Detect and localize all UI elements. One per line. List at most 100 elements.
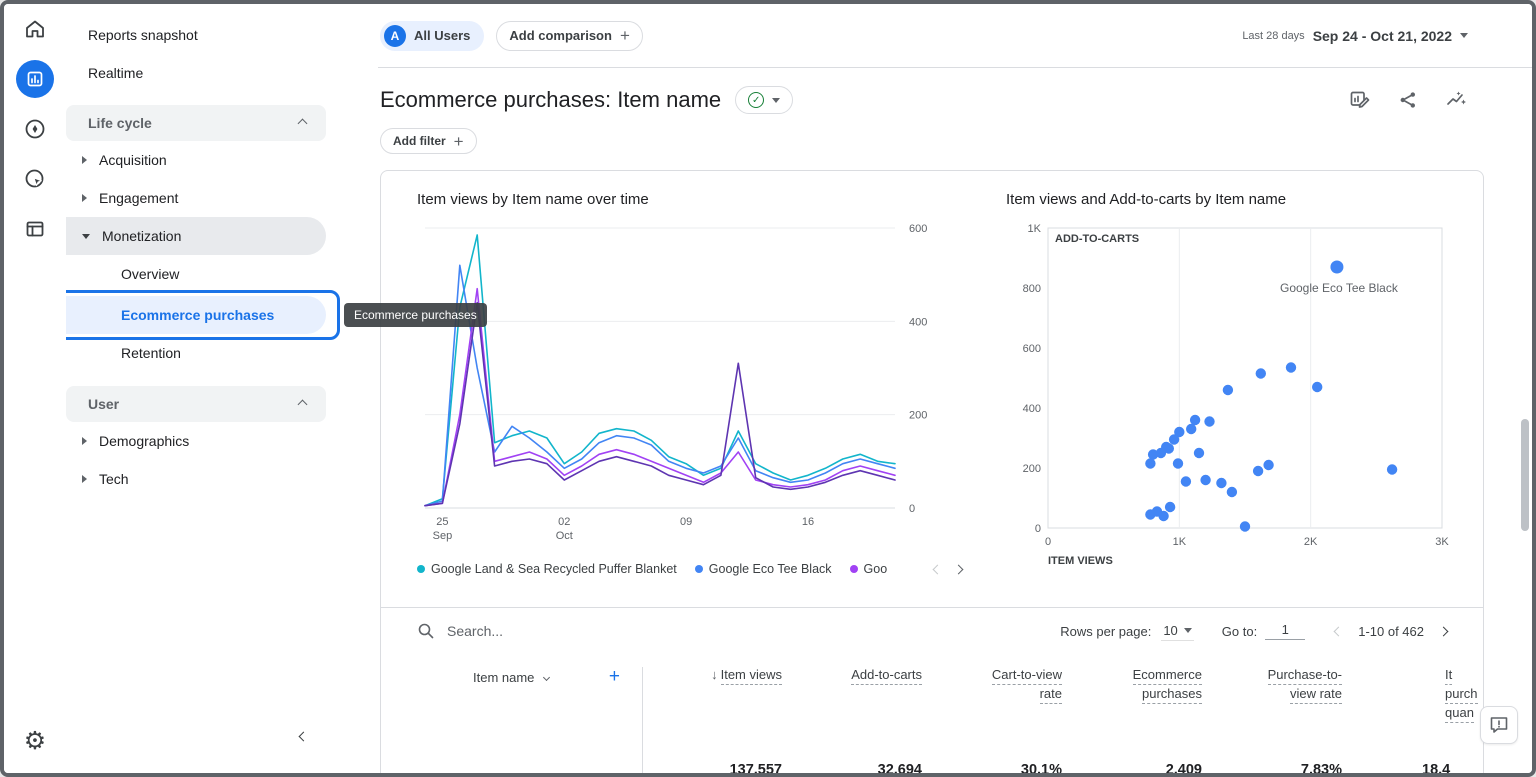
data-quality-badge[interactable]: ✓ [735, 86, 793, 114]
page-title: Ecommerce purchases: Item name [380, 87, 721, 113]
reports-icon[interactable] [4, 54, 66, 104]
page-prev-icon[interactable] [1334, 626, 1344, 636]
share-icon[interactable] [1398, 90, 1418, 111]
column-header-purchase-to-view-rate[interactable]: Purchase-to- view rate [1202, 666, 1342, 704]
legend-dot-icon [850, 565, 858, 573]
legend-item[interactable]: Google Eco Tee Black [695, 562, 832, 576]
advertising-icon[interactable] [4, 154, 66, 204]
total-cart-to-view-rate: 30.1% [922, 762, 1062, 777]
table-toolbar: Rows per page: 10 Go to: 1 1-10 of 462 [381, 608, 1483, 654]
caret-down-icon [772, 98, 780, 103]
column-header-cart-to-view-rate[interactable]: Cart-to-view rate [922, 666, 1062, 704]
avatar: A [384, 25, 406, 47]
app-window: ⚙ Reports snapshot Realtime Life cycle A… [0, 0, 1536, 777]
table-search[interactable] [417, 622, 665, 640]
sidebar-item-ecommerce-purchases[interactable]: Ecommerce purchases [66, 296, 326, 334]
totals-row: 137,557 32,694 30.1% 2,409 7.83% 18,4 [381, 762, 1483, 777]
date-range-picker[interactable]: Last 28 days Sep 24 - Oct 21, 2022 [1242, 28, 1468, 44]
all-users-chip[interactable]: A All Users [380, 21, 484, 51]
column-header-ecommerce-purchases[interactable]: Ecommerce purchases [1062, 666, 1202, 704]
admin-gear-icon[interactable]: ⚙ [4, 726, 66, 755]
rows-per-page-label: Rows per page: [1060, 624, 1151, 639]
customize-report-icon[interactable] [1349, 90, 1370, 111]
caret-down-icon [1460, 33, 1468, 38]
section-life-cycle[interactable]: Life cycle [66, 105, 326, 141]
explore-icon[interactable] [4, 104, 66, 154]
legend-row: Google Land & Sea Recycled Puffer Blanke… [417, 558, 962, 580]
column-header-item-purchase-quantity[interactable]: It purch quan [1342, 666, 1482, 723]
sidebar-item-retention[interactable]: Retention [66, 334, 326, 372]
legend-prev-icon[interactable] [933, 564, 943, 574]
scatter-chart-title: Item views and Add-to-carts by Item name [1006, 191, 1450, 208]
column-header-item-views[interactable]: ↓Item views [642, 666, 782, 685]
total-purchase-to-view-rate: 7.83% [1202, 762, 1342, 777]
sidebar-item-realtime[interactable]: Realtime [66, 54, 326, 92]
total-item-views: 137,557 [642, 762, 782, 777]
expand-right-icon [82, 194, 87, 202]
total-add-to-carts: 32,694 [782, 762, 922, 777]
sidebar-item-tech[interactable]: Tech [66, 460, 326, 498]
svg-text:0: 0 [1035, 523, 1041, 535]
legend-next-icon[interactable] [954, 564, 964, 574]
sidebar-item-overview[interactable]: Overview [66, 255, 326, 293]
svg-text:09: 09 [680, 516, 692, 528]
add-comparison-button[interactable]: Add comparison + [496, 21, 643, 51]
sidebar-item-demographics[interactable]: Demographics [66, 422, 326, 460]
svg-text:1K: 1K [1028, 223, 1042, 235]
pagination-range: 1-10 of 462 [1358, 624, 1424, 639]
feedback-button[interactable] [1480, 706, 1518, 744]
nav-rail: ⚙ [4, 4, 66, 773]
legend-item[interactable]: Goo [850, 562, 887, 576]
sidebar-item-acquisition[interactable]: Acquisition [66, 141, 326, 179]
svg-text:3K: 3K [1435, 536, 1449, 548]
home-icon[interactable] [4, 4, 66, 54]
svg-text:400: 400 [1023, 403, 1041, 415]
table-header-row: Item name + ↓Item views Add-to-carts Car… [381, 654, 1483, 712]
reports-active-circle [16, 60, 54, 98]
column-header-add-to-carts[interactable]: Add-to-carts [782, 666, 922, 685]
scatter-chart[interactable]: 01K2K3K02004006008001KADD-TO-CARTSITEM V… [1006, 216, 1450, 578]
insights-icon[interactable] [1446, 90, 1468, 111]
svg-text:Google Eco Tee Black: Google Eco Tee Black [1280, 281, 1399, 295]
sidebar-item-reports-snapshot[interactable]: Reports snapshot [66, 16, 326, 54]
section-user[interactable]: User [66, 386, 326, 422]
report-header: Ecommerce purchases: Item name ✓ [378, 80, 1532, 120]
search-icon [417, 622, 435, 640]
line-chart[interactable]: 020040060025Sep02Oct0916 [417, 216, 962, 551]
svg-text:600: 600 [909, 223, 927, 235]
reports-nav-sidebar: Reports snapshot Realtime Life cycle Acq… [66, 4, 378, 773]
legend-dot-icon [695, 565, 703, 573]
svg-text:200: 200 [909, 410, 927, 422]
svg-text:Sep: Sep [433, 530, 453, 542]
check-circle-icon: ✓ [748, 92, 764, 108]
plus-icon: + [454, 133, 464, 150]
plus-icon: + [620, 27, 630, 44]
column-header-item-name[interactable]: Item name + [417, 666, 642, 688]
svg-text:16: 16 [802, 516, 814, 528]
legend-item[interactable]: Google Land & Sea Recycled Puffer Blanke… [417, 562, 677, 576]
sidebar-item-monetization[interactable]: Monetization [66, 217, 326, 255]
tooltip: Ecommerce purchases [344, 303, 487, 327]
svg-text:200: 200 [1023, 463, 1041, 475]
rows-per-page-select[interactable]: 10 [1161, 621, 1193, 641]
sort-descending-icon: ↓ [711, 667, 718, 682]
collapse-sidebar-button[interactable] [294, 721, 313, 751]
expand-right-icon [82, 437, 87, 445]
svg-text:Oct: Oct [556, 530, 573, 542]
svg-text:0: 0 [909, 503, 915, 515]
line-chart-title: Item views by Item name over time [417, 191, 962, 208]
filter-bar: Add filter + [378, 128, 1532, 154]
svg-text:400: 400 [909, 316, 927, 328]
page-next-icon[interactable] [1439, 626, 1449, 636]
expand-down-icon [82, 234, 90, 239]
caret-down-icon [1184, 628, 1192, 633]
add-filter-button[interactable]: Add filter + [380, 128, 477, 154]
go-to-input[interactable]: 1 [1265, 622, 1305, 640]
library-icon[interactable] [4, 204, 66, 254]
scatter-chart-panel: Item views and Add-to-carts by Item name… [1006, 191, 1450, 583]
add-column-button[interactable]: + [609, 666, 620, 688]
expand-right-icon [82, 156, 87, 164]
scrollbar-thumb[interactable] [1521, 419, 1529, 531]
search-input[interactable] [445, 622, 665, 640]
sidebar-item-engagement[interactable]: Engagement [66, 179, 326, 217]
